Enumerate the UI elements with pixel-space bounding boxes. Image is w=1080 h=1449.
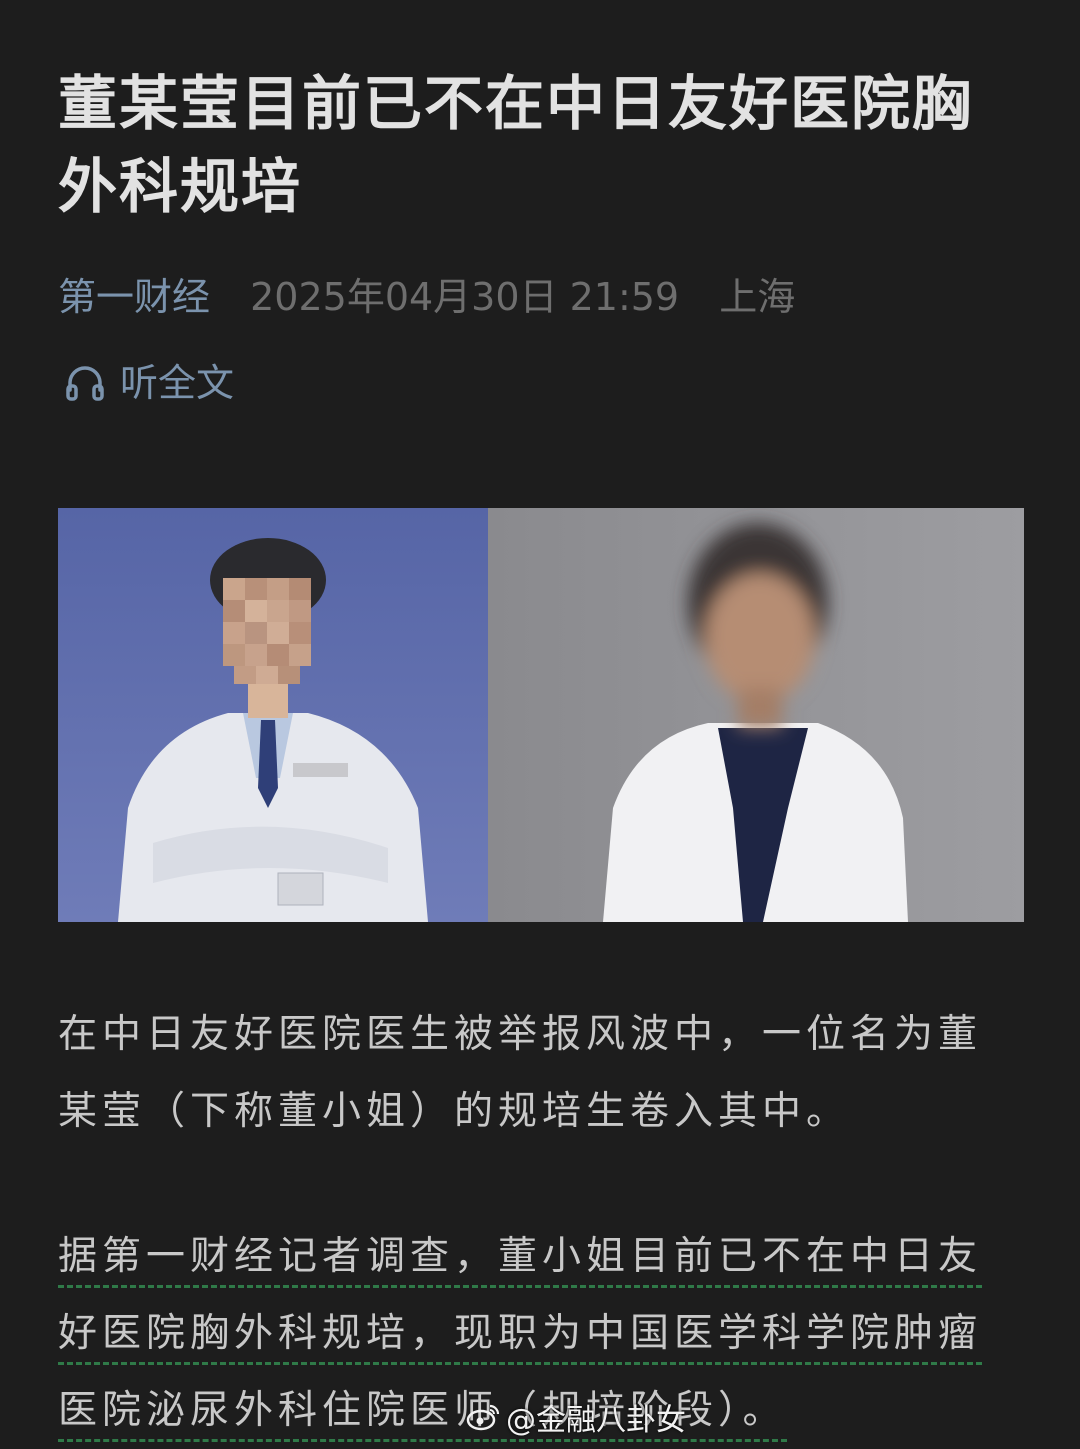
left-person-photo (58, 508, 488, 922)
weibo-icon (466, 1403, 500, 1431)
article-photo (58, 508, 1024, 922)
source-link[interactable]: 第一财经 (58, 275, 210, 319)
listen-label: 听全文 (120, 361, 235, 405)
publish-datetime: 2025年04月30日 21:59 (250, 275, 680, 319)
headphones-icon (64, 362, 106, 404)
watermark: @金融八卦女 (466, 1395, 686, 1439)
listen-button[interactable]: 听全文 (58, 358, 1024, 408)
right-person-photo (488, 508, 1024, 922)
article-meta: 第一财经 2025年04月30日 21:59 上海 (58, 272, 1024, 322)
article-header: 董某莹目前已不在中日友好医院胸外科规培 第一财经 2025年04月30日 21:… (58, 62, 1024, 408)
watermark-text: @金融八卦女 (506, 1403, 686, 1438)
article-title: 董某莹目前已不在中日友好医院胸外科规培 (58, 69, 974, 221)
publish-location: 上海 (719, 275, 796, 319)
article-paragraph-1: 在中日友好医院医生被举报风波中，一位名为董某莹（下称董小姐）的规培生卷入其中。 (58, 1012, 983, 1134)
